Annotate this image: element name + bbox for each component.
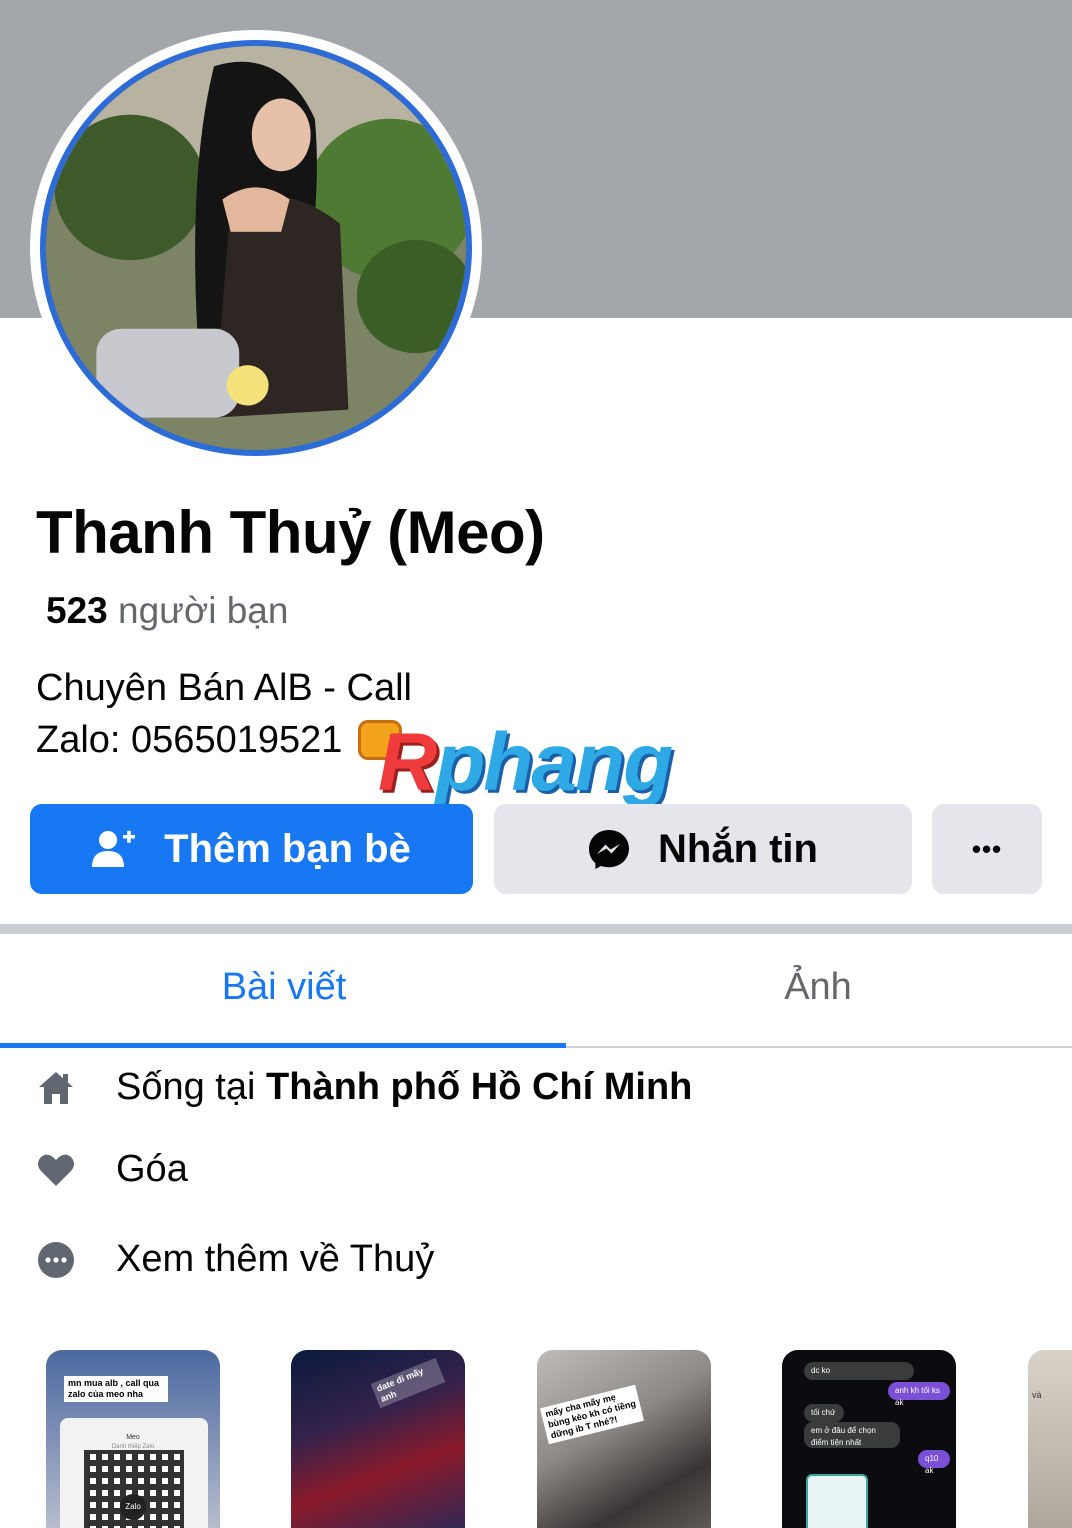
relationship-status: Góa — [116, 1148, 188, 1190]
thumbnail-caption: và — [1032, 1390, 1042, 1400]
info-lives-in: Sống tại Thành phố Hồ Chí Minh — [36, 1066, 692, 1109]
chat-bubble: q10 ak — [918, 1450, 950, 1475]
chat-bubble: anh kh tối ks ak — [888, 1382, 950, 1407]
zalo-card-name: Meo — [126, 1434, 140, 1441]
watermark-rest: phang — [435, 717, 673, 808]
photo-thumbnail[interactable]: date đi mấy anh — [291, 1350, 465, 1528]
profile-avatar[interactable] — [30, 30, 482, 466]
thumbnail-caption: mấy cha mấy mẹ bùng kèo kh có tiềng dững… — [539, 1384, 645, 1445]
watermark-initial: R — [378, 717, 437, 808]
profile-name: Thanh Thuỷ (Meo) — [36, 499, 545, 566]
tab-photos[interactable]: Ảnh — [550, 966, 1072, 1009]
shared-card — [806, 1474, 868, 1528]
lives-city[interactable]: Thành phố Hồ Chí Minh — [266, 1066, 692, 1109]
watermark-logo: Rphang — [378, 716, 673, 810]
see-more-label: Xem thêm về Thuỷ — [116, 1238, 435, 1280]
photo-thumbnail[interactable]: và — [1028, 1350, 1072, 1528]
thumbnail-caption: mn mua alb , call qua zalo của meo nha — [64, 1376, 168, 1402]
zalo-badge: Zalo — [120, 1494, 146, 1520]
info-see-more[interactable]: Xem thêm về Thuỷ — [36, 1238, 434, 1281]
ellipsis-icon: ••• — [971, 833, 1003, 864]
thumbnail-caption: date đi mấy anh — [370, 1357, 446, 1409]
friends-number: 523 — [46, 590, 108, 631]
person-plus-icon — [92, 830, 136, 867]
photo-thumbnail[interactable]: mấy cha mấy mẹ bùng kèo kh có tiềng dững… — [537, 1350, 711, 1528]
friends-label: người bạn — [118, 590, 289, 631]
heart-icon — [36, 1150, 76, 1190]
message-button[interactable]: Nhắn tin — [494, 804, 912, 894]
tab-posts[interactable]: Bài viết — [16, 966, 552, 1009]
chat-bubble: em ở đâu để chọn điểm tiện nhất — [804, 1422, 900, 1448]
section-divider — [0, 924, 1072, 934]
chat-bubble: tối chứ — [804, 1404, 844, 1422]
home-icon — [36, 1068, 76, 1108]
profile-bio: Chuyên Bán AlB - Call Zalo: 0565019521 — [36, 662, 412, 766]
message-label: Nhắn tin — [658, 826, 818, 871]
chat-screenshot-thumbnail[interactable]: dc ko anh kh tối ks ak tối chứ em ở đâu … — [782, 1350, 956, 1528]
dots-circle-icon — [36, 1240, 76, 1280]
more-options-button[interactable]: ••• — [932, 804, 1042, 894]
chat-bubble: dc ko — [804, 1362, 914, 1380]
friends-count[interactable]: 523 người bạn — [46, 590, 288, 632]
avatar-photo — [46, 46, 466, 450]
bio-line-2-row: Zalo: 0565019521 — [36, 714, 412, 766]
add-friend-button[interactable]: Thêm bạn bè — [30, 804, 473, 894]
bio-line-2: Zalo: 0565019521 — [36, 719, 343, 761]
active-tab-indicator — [0, 1043, 566, 1048]
photo-thumbnail[interactable]: mn mua alb , call qua zalo của meo nha M… — [46, 1350, 220, 1528]
add-friend-label: Thêm bạn bè — [164, 826, 411, 871]
messenger-icon — [589, 830, 629, 869]
info-relationship: Góa — [36, 1148, 188, 1191]
lives-prefix: Sống tại — [116, 1066, 256, 1108]
bio-line-1: Chuyên Bán AlB - Call — [36, 667, 412, 709]
